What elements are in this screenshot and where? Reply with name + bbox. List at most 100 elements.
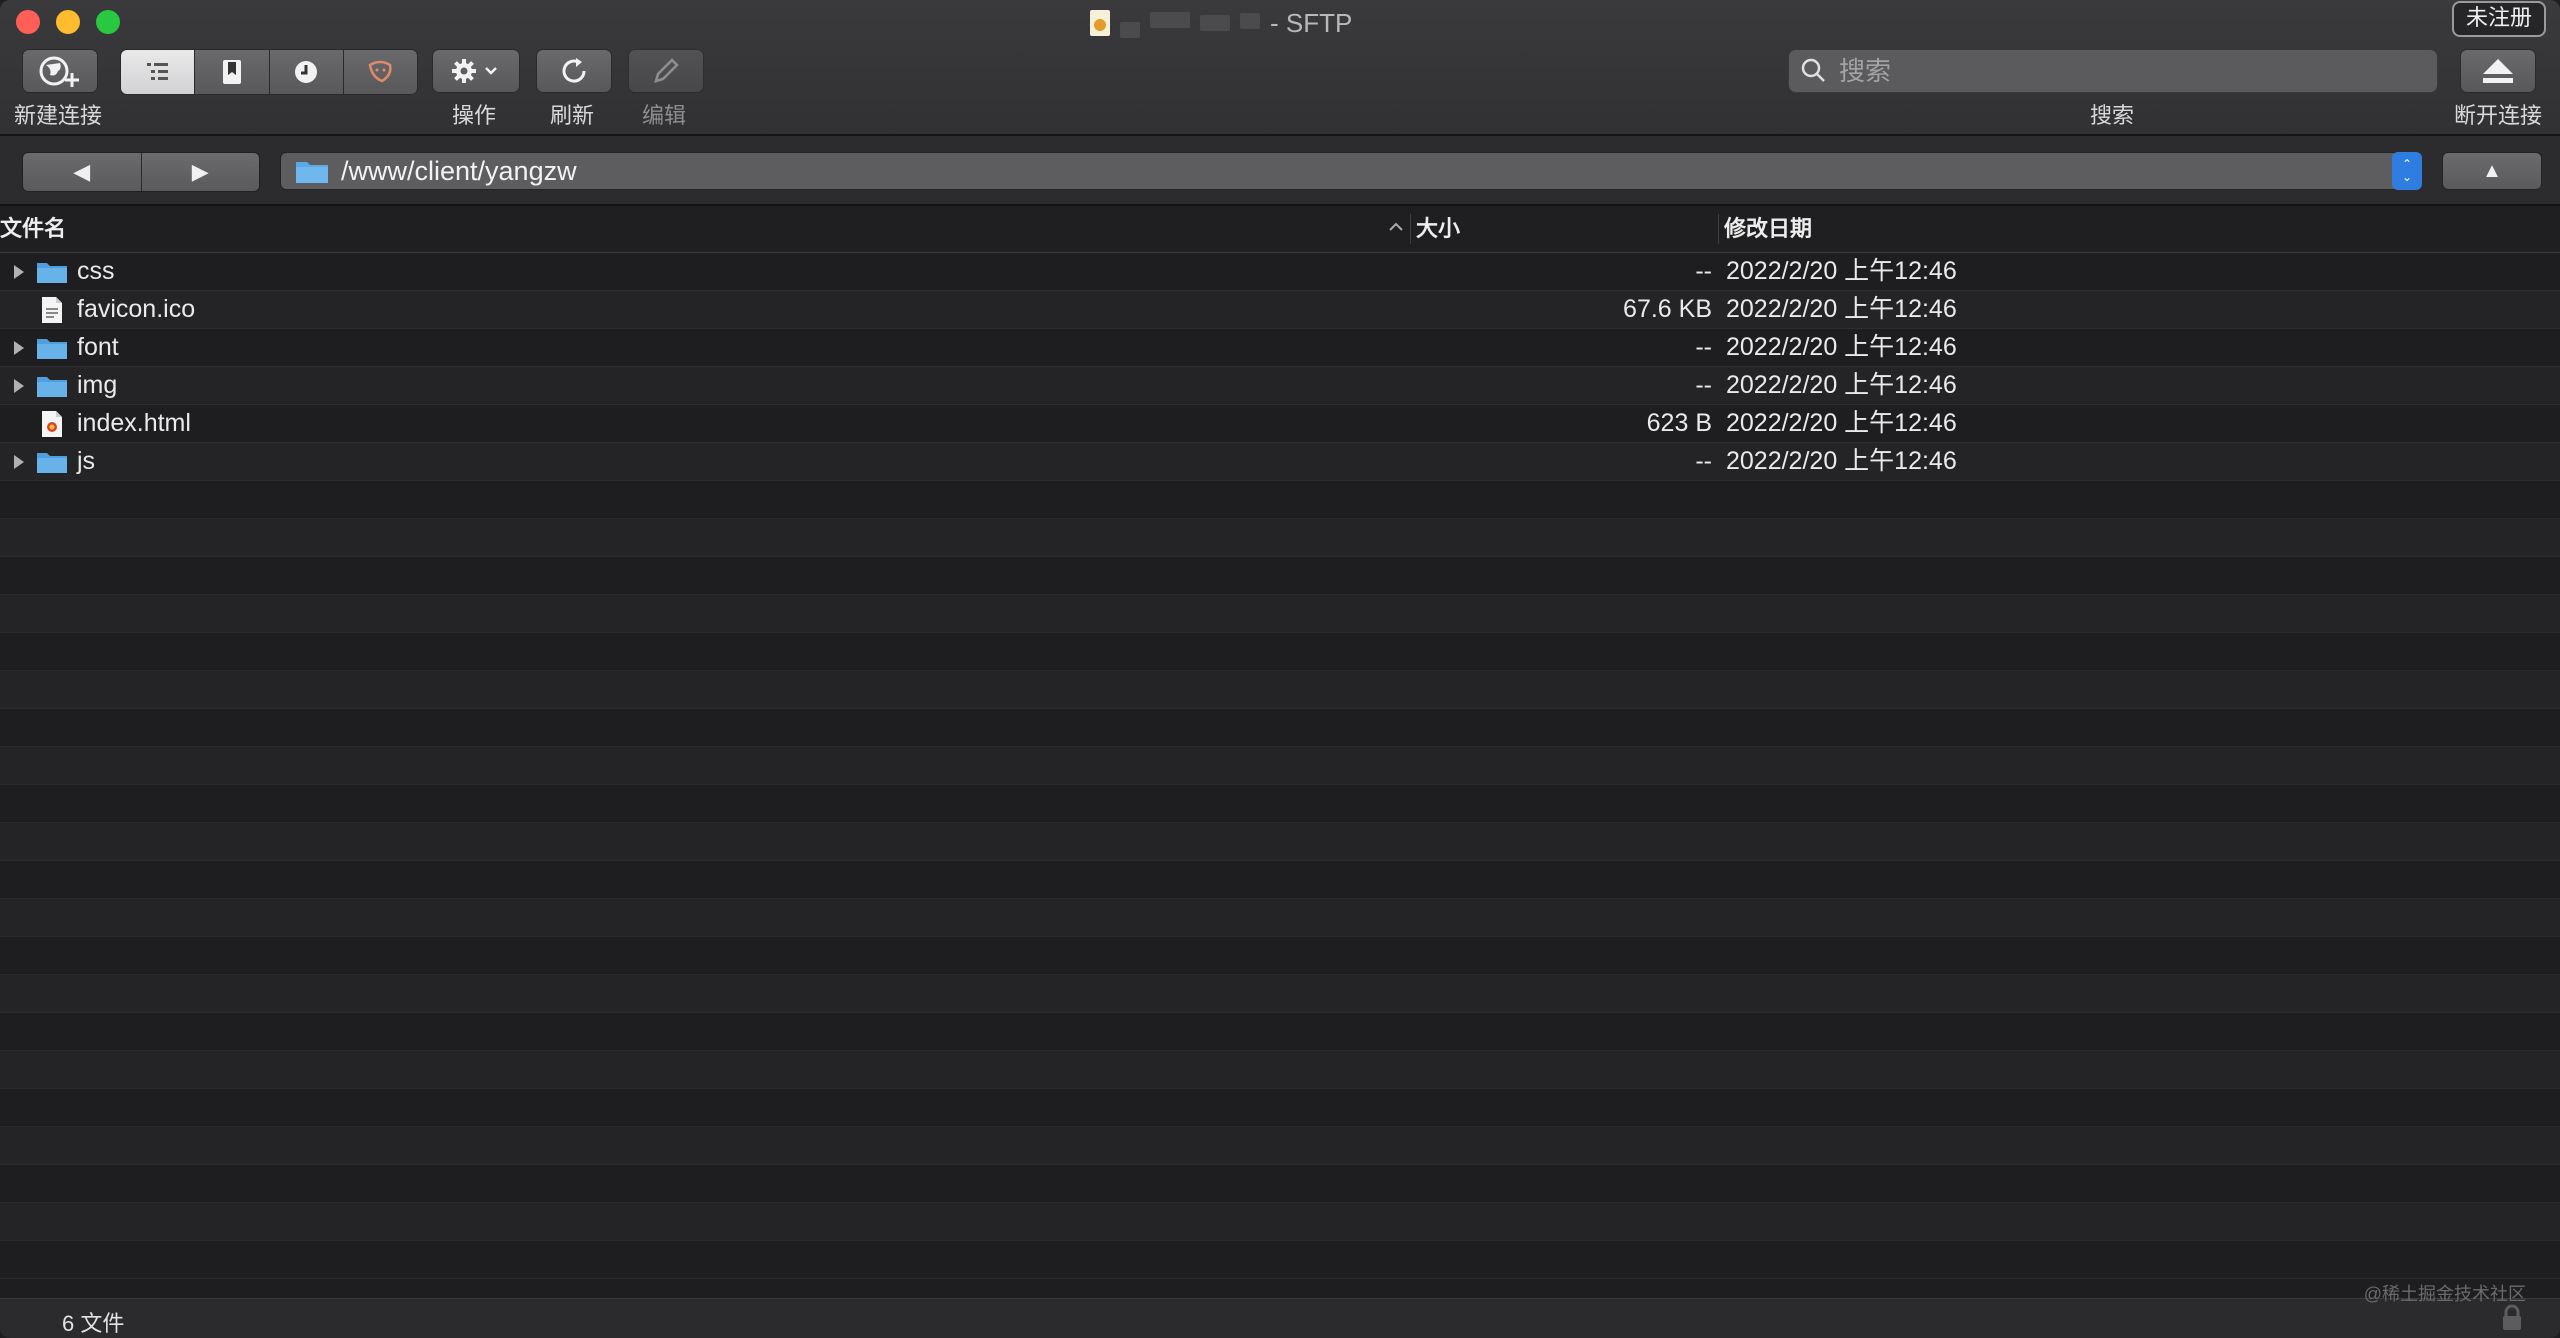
empty-row xyxy=(0,861,2560,899)
file-row[interactable]: font -- 2022/2/20 上午12:46 xyxy=(0,329,2560,367)
empty-row xyxy=(0,899,2560,937)
file-size: -- xyxy=(1695,333,1712,361)
empty-row xyxy=(0,1013,2560,1051)
file-row[interactable]: img -- 2022/2/20 上午12:46 xyxy=(0,367,2560,405)
file-name: js xyxy=(77,447,96,475)
search-input[interactable] xyxy=(1837,54,2421,88)
folder-icon xyxy=(36,336,68,365)
file-name: font xyxy=(77,333,119,361)
redacted-text xyxy=(1200,15,1230,31)
parent-directory-button[interactable]: ▲ xyxy=(2442,152,2542,190)
bonjour-icon xyxy=(369,60,392,83)
empty-row xyxy=(0,1203,2560,1241)
window-maximize-button[interactable] xyxy=(96,10,120,34)
empty-row xyxy=(0,481,2560,519)
disconnect-label: 断开连接 xyxy=(2454,103,2543,128)
empty-row xyxy=(0,1165,2560,1203)
column-header-size[interactable]: 大小 xyxy=(1416,206,1460,252)
file-row[interactable]: css -- 2022/2/20 上午12:46 xyxy=(0,253,2560,291)
edit-label: 编辑 xyxy=(642,103,687,128)
column-divider[interactable] xyxy=(1718,214,1719,244)
folder-icon xyxy=(296,162,328,183)
forward-button[interactable]: ▶ xyxy=(141,153,259,191)
disclosure-triangle-icon[interactable] xyxy=(12,454,26,475)
file-list: css -- 2022/2/20 上午12:46 favicon.ico 67.6 KB… xyxy=(0,253,2560,1298)
bonjour-tab[interactable] xyxy=(343,50,417,94)
file-table-header: 文件名 大小 修改日期 xyxy=(0,206,2560,253)
empty-row xyxy=(0,671,2560,709)
watermark: @稀土掘金技术社区 xyxy=(2363,1284,2526,1304)
disclosure-triangle-icon[interactable] xyxy=(12,378,26,399)
empty-row xyxy=(0,785,2560,823)
image-file-icon xyxy=(40,296,64,329)
file-modified-date: 2022/2/20 上午12:46 xyxy=(1726,295,1957,323)
search-label: 搜索 xyxy=(2090,103,2135,128)
disclosure-triangle-icon[interactable] xyxy=(12,264,26,285)
file-modified-date: 2022/2/20 上午12:46 xyxy=(1726,409,1957,437)
column-header-name[interactable]: 文件名 xyxy=(0,206,66,252)
eject-icon xyxy=(2483,59,2513,83)
empty-row xyxy=(0,1051,2560,1089)
view-mode-segmented-control xyxy=(120,49,418,95)
window-title-text: - SFTP xyxy=(1270,7,1353,38)
redacted-text xyxy=(1120,22,1140,38)
window-minimize-button[interactable] xyxy=(56,10,80,34)
file-modified-date: 2022/2/20 上午12:46 xyxy=(1726,371,1957,399)
empty-row xyxy=(0,1089,2560,1127)
column-header-modified[interactable]: 修改日期 xyxy=(1724,206,1812,252)
empty-row xyxy=(0,519,2560,557)
disclosure-triangle-icon[interactable] xyxy=(12,340,26,361)
search-icon xyxy=(1801,58,1825,82)
disconnect-button[interactable] xyxy=(2460,49,2536,93)
edit-button[interactable] xyxy=(628,49,704,93)
path-dropdown-icon[interactable]: ⌃ ⌄ xyxy=(2392,152,2422,190)
folder-icon xyxy=(36,450,68,479)
path-select[interactable]: /www/client/yangzw ⌃ ⌄ xyxy=(280,152,2422,190)
current-path: /www/client/yangzw xyxy=(341,155,577,186)
column-divider[interactable] xyxy=(1410,214,1411,244)
empty-row xyxy=(0,595,2560,633)
empty-row xyxy=(0,975,2560,1013)
file-row[interactable]: favicon.ico 67.6 KB 2022/2/20 上午12:46 xyxy=(0,291,2560,329)
empty-row xyxy=(0,1241,2560,1279)
path-bar: ◀ ▶ /www/client/yangzw ⌃ ⌄ ▲ xyxy=(0,136,2560,206)
bookmarks-tab[interactable] xyxy=(195,50,270,94)
empty-row xyxy=(0,937,2560,975)
file-modified-date: 2022/2/20 上午12:46 xyxy=(1726,447,1957,475)
file-row[interactable]: index.html 623 B 2022/2/20 上午12:46 xyxy=(0,405,2560,443)
window-title: - SFTP xyxy=(1090,6,1352,40)
file-modified-date: 2022/2/20 上午12:46 xyxy=(1726,333,1957,361)
file-row[interactable]: js -- 2022/2/20 上午12:46 xyxy=(0,443,2560,481)
empty-row xyxy=(0,633,2560,671)
new-connection-button[interactable] xyxy=(22,49,98,93)
unregistered-badge[interactable]: 未注册 xyxy=(2451,1,2546,37)
file-size: -- xyxy=(1695,371,1712,399)
refresh-icon xyxy=(562,58,586,83)
empty-row xyxy=(0,1127,2560,1165)
bookmark-icon xyxy=(222,60,241,84)
sort-ascending-icon[interactable] xyxy=(1387,220,1405,234)
actions-button[interactable] xyxy=(432,49,520,93)
new-connection-label: 新建连接 xyxy=(14,103,103,128)
file-size: -- xyxy=(1695,257,1712,285)
file-size: 67.6 KB xyxy=(1623,295,1712,323)
globe-plus-icon xyxy=(39,56,79,87)
folder-icon xyxy=(36,260,68,289)
file-size: -- xyxy=(1695,447,1712,475)
empty-row xyxy=(0,709,2560,747)
file-name: img xyxy=(77,371,118,399)
gear-dropdown-icon xyxy=(452,59,497,83)
empty-row xyxy=(0,747,2560,785)
refresh-button[interactable] xyxy=(536,49,612,93)
browser-view-tab[interactable] xyxy=(121,50,196,94)
history-tab[interactable] xyxy=(269,50,344,94)
back-button[interactable]: ◀ xyxy=(23,153,142,191)
file-count: 6 文件 xyxy=(62,1311,125,1336)
file-modified-date: 2022/2/20 上午12:46 xyxy=(1726,257,1957,285)
window-close-button[interactable] xyxy=(16,10,40,34)
search-field[interactable] xyxy=(1788,49,2438,93)
html-file-icon xyxy=(40,410,64,443)
empty-row xyxy=(0,557,2560,595)
file-name: css xyxy=(77,257,115,285)
redacted-text xyxy=(1240,13,1260,29)
